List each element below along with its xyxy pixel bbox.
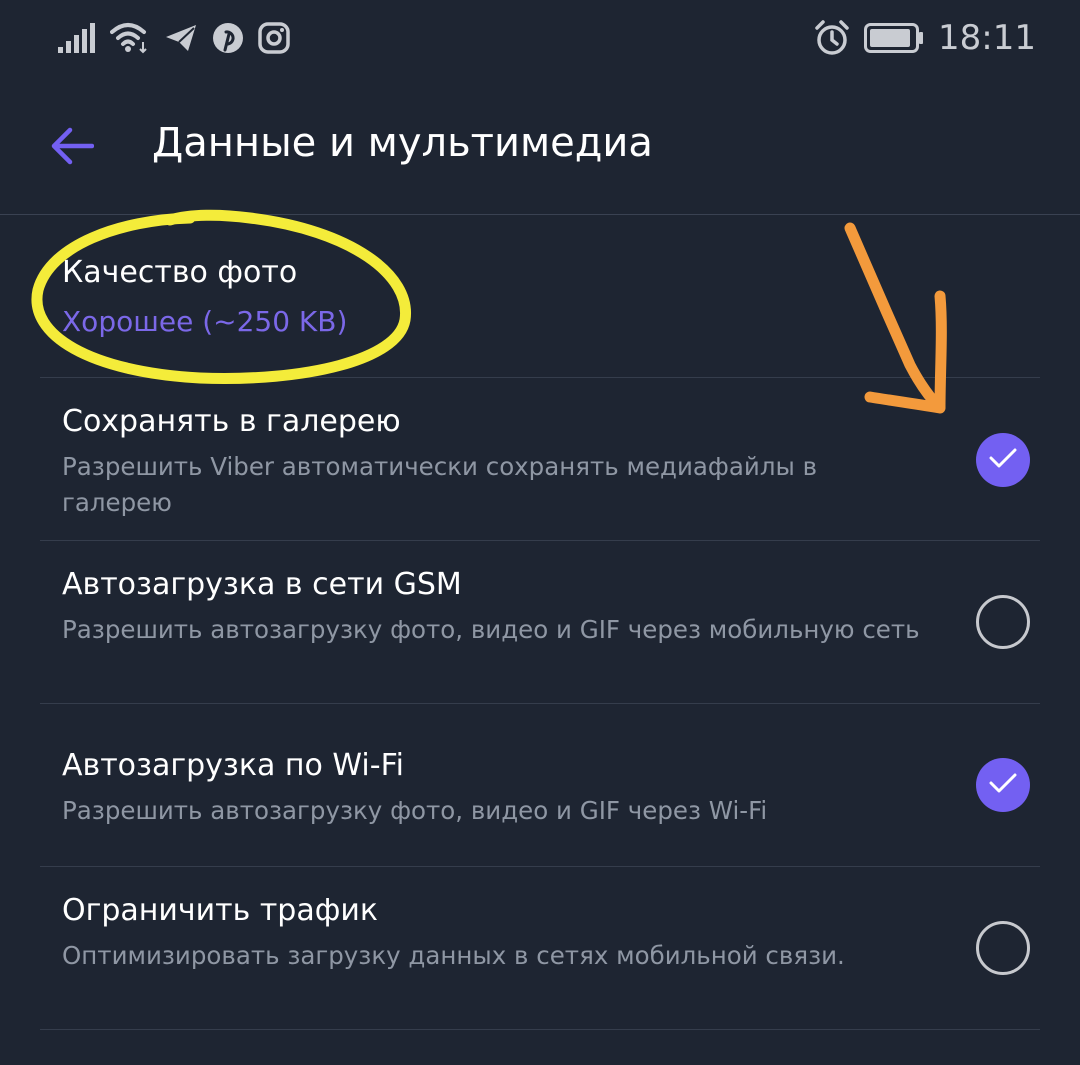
setting-title: Автозагрузка по Wi-Fi — [62, 748, 404, 783]
telegram-icon — [164, 23, 198, 53]
setting-subtitle: Разрешить автозагрузку фото, видео и GIF… — [62, 615, 920, 644]
back-button[interactable] — [40, 116, 104, 180]
setting-subtitle: Оптимизировать загрузку данных в сетях м… — [62, 941, 845, 970]
limit-traffic-checkbox[interactable] — [976, 921, 1030, 975]
pinterest-icon — [212, 22, 244, 54]
status-time: 18:11 — [938, 18, 1036, 58]
setting-autoload-gsm[interactable]: Автозагрузка в сети GSM Разрешить автоза… — [40, 541, 1040, 704]
arrow-left-icon — [50, 126, 95, 170]
battery-icon — [864, 23, 924, 53]
autoload-gsm-checkbox[interactable] — [976, 595, 1030, 649]
setting-subtitle: Разрешить Viber автоматически сохранять … — [62, 452, 818, 517]
setting-subtitle: Разрешить автозагрузку фото, видео и GIF… — [62, 796, 768, 825]
setting-limit-traffic[interactable]: Ограничить трафик Оптимизировать загрузк… — [40, 867, 1040, 1030]
app-bar: Данные и мультимедиа — [0, 80, 1080, 215]
wifi-icon — [110, 22, 150, 54]
checkmark-icon — [988, 447, 1018, 473]
setting-title: Качество фото — [62, 255, 298, 290]
page-title: Данные и мультимедиа — [152, 120, 653, 166]
autoload-wifi-checkbox[interactable] — [976, 758, 1030, 812]
save-to-gallery-checkbox[interactable] — [976, 433, 1030, 487]
status-bar: 18:11 — [0, 0, 1080, 80]
setting-title: Автозагрузка в сети GSM — [62, 567, 462, 602]
instagram-icon — [258, 22, 290, 54]
checkmark-icon — [988, 772, 1018, 798]
setting-title: Ограничить трафик — [62, 893, 378, 928]
setting-autoload-wifi[interactable]: Автозагрузка по Wi-Fi Разрешить автозагр… — [40, 704, 1040, 867]
setting-value: Хорошее (~250 KB) — [62, 305, 348, 338]
setting-save-to-gallery[interactable]: Сохранять в галерею Разрешить Viber авто… — [40, 378, 1040, 541]
setting-photo-quality[interactable]: Качество фото Хорошее (~250 KB) — [40, 215, 1040, 378]
alarm-icon — [814, 20, 850, 56]
signal-icon — [58, 23, 96, 53]
setting-title: Сохранять в галерею — [62, 404, 401, 439]
